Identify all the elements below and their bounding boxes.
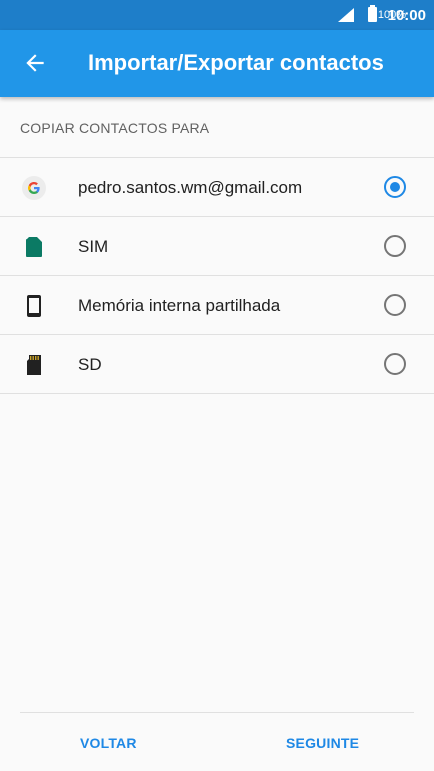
phone-icon [27,295,41,317]
option-google-account[interactable]: pedro.santos.wm@gmail.com [0,158,434,216]
radio-button[interactable] [384,353,406,375]
section-header: COPIAR CONTACTOS PARA [20,120,210,136]
option-sd[interactable]: SD [0,335,434,393]
option-label: Memória interna partilhada [78,296,281,315]
page-title: Importar/Exportar contactos [88,50,384,75]
battery-icon [368,5,377,22]
option-label: pedro.santos.wm@gmail.com [78,178,303,197]
status-bar: 100% 10:00 [0,0,434,30]
arrow-left-icon[interactable] [22,50,48,76]
radio-button[interactable] [384,235,406,257]
divider [0,393,434,394]
google-icon [22,176,46,200]
option-internal-memory[interactable]: Memória interna partilhada [0,276,434,334]
app-bar: Importar/Exportar contactos [0,30,434,97]
option-label: SIM [78,237,109,256]
footer-divider [20,712,414,713]
clock: 10:00 [387,7,426,24]
signal-icon [338,8,354,22]
sim-card-icon [26,237,42,257]
option-sim[interactable]: SIM [0,217,434,275]
option-label: SD [78,355,102,374]
back-button[interactable]: VOLTAR [80,735,137,751]
radio-button-selected[interactable] [384,176,406,198]
sd-card-icon [27,355,41,375]
radio-button[interactable] [384,294,406,316]
next-button[interactable]: SEGUINTE [286,735,359,751]
